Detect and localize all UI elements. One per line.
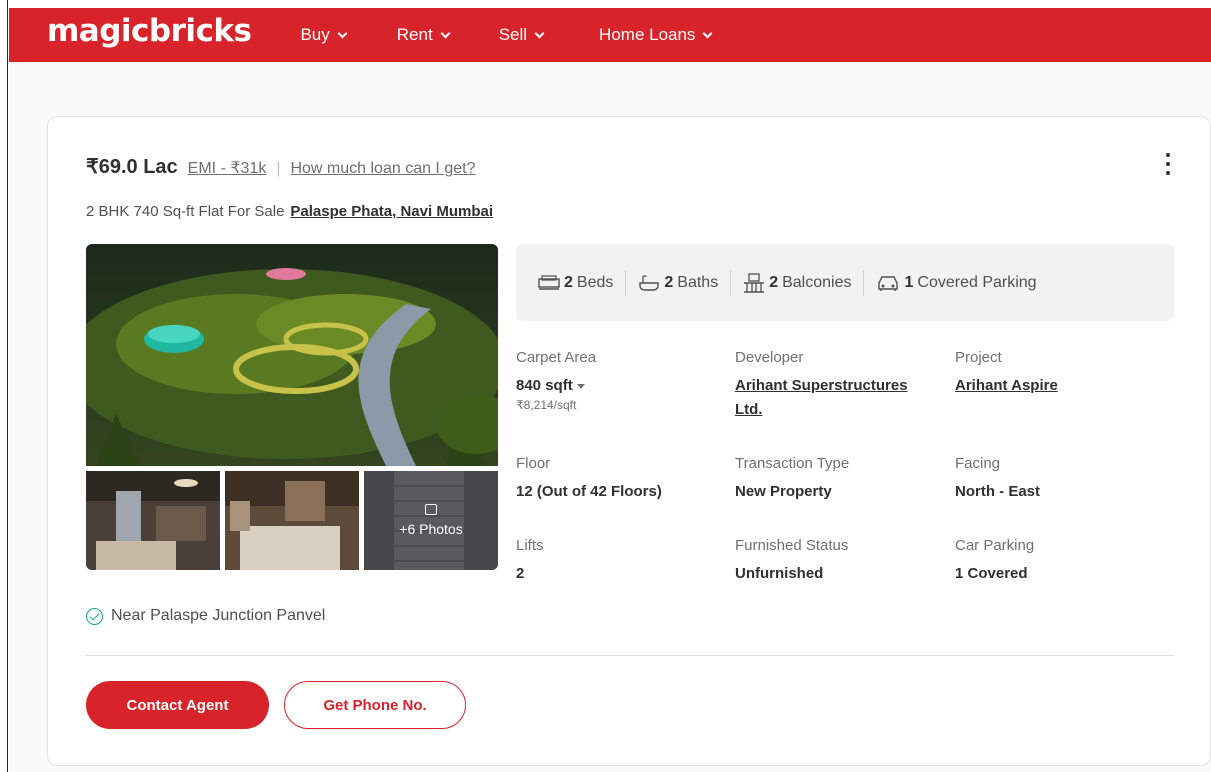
- more-photos-label: +6 Photos: [399, 521, 463, 537]
- facing-label: Facing: [955, 455, 1001, 472]
- amenity-baths: 2 Baths: [638, 274, 718, 292]
- window-top-edge: [0, 0, 1211, 8]
- thumbnail-bedroom[interactable]: [225, 471, 359, 570]
- developer-label: Developer: [735, 349, 804, 366]
- thumbnail-building[interactable]: +6 Photos: [364, 471, 498, 570]
- beds-label: Beds: [576, 273, 614, 291]
- carpet-area-value-row[interactable]: 840 sqft: [516, 374, 735, 398]
- top-navbar: magicbricks Buy Rent Sell Home Loans: [9, 8, 1211, 62]
- emi-link[interactable]: EMI - ₹31k: [188, 158, 267, 178]
- price-separator: |: [276, 160, 281, 177]
- amenity-parking: 1 Covered Parking: [876, 273, 1037, 292]
- developer-link[interactable]: Arihant Superstructures Ltd.: [735, 374, 925, 422]
- facing: Facing North - East: [955, 455, 1175, 537]
- chevron-down-icon: [440, 28, 451, 38]
- more-photos-overlay[interactable]: +6 Photos: [364, 471, 498, 570]
- transaction-type-label: Transaction Type: [735, 455, 850, 472]
- thumbnail-living-room[interactable]: [86, 471, 220, 570]
- car-parking-label: Car Parking: [955, 537, 1035, 554]
- project-link[interactable]: Arihant Aspire: [955, 374, 1175, 398]
- developer: Developer Arihant Superstructures Ltd.: [735, 349, 955, 455]
- floor-value: 12 (Out of 42 Floors): [516, 483, 662, 500]
- furnished-status-value: Unfurnished: [735, 565, 824, 582]
- beds-count: 2: [564, 273, 573, 291]
- divider: [86, 655, 1174, 656]
- magicbricks-logo[interactable]: magicbricks: [47, 13, 252, 49]
- more-options-icon[interactable]: [1166, 153, 1172, 175]
- furnished-status: Furnished Status Unfurnished: [735, 537, 955, 619]
- get-phone-button[interactable]: Get Phone No.: [284, 681, 466, 729]
- chevron-down-icon: [337, 28, 348, 38]
- project: Project Arihant Aspire: [955, 349, 1175, 455]
- nav-rent[interactable]: Rent: [396, 25, 451, 45]
- locality-link[interactable]: Palaspe Phata, Navi Mumbai: [290, 203, 493, 220]
- property-summary: Carpet Area 840 sqft ₹8,214/sqft Develop…: [516, 349, 1176, 619]
- transaction-type-value: New Property: [735, 483, 832, 500]
- carpet-area-label: Carpet Area: [516, 349, 597, 366]
- baths-label: Baths: [677, 273, 719, 291]
- balconies-count: 2: [769, 273, 779, 291]
- balcony-icon: [744, 272, 765, 293]
- amenity-beds: 2 Beds: [538, 274, 613, 292]
- landmark-text: Near Palaspe Junction Panvel: [111, 607, 326, 624]
- nav-home-loans[interactable]: Home Loans: [599, 25, 713, 45]
- bath-icon: [639, 274, 660, 291]
- bed-icon: [538, 274, 560, 290]
- baths-count: 2: [664, 273, 674, 291]
- amenity-balconies: 2 Balconies: [743, 272, 852, 293]
- transaction-type: Transaction Type New Property: [735, 455, 955, 537]
- balconies-label: Balconies: [782, 273, 852, 291]
- nav-home-loans-label: Home Loans: [599, 25, 696, 44]
- loan-eligibility-link[interactable]: How much loan can I get?: [290, 160, 475, 178]
- property-price: ₹69.0 Lac: [86, 156, 178, 178]
- property-title-text: 2 BHK 740 Sq-ft Flat For Sale: [86, 203, 285, 220]
- check-circle-icon: [86, 607, 103, 625]
- carpet-area: Carpet Area 840 sqft ₹8,214/sqft: [516, 349, 735, 455]
- floor-label: Floor: [516, 455, 551, 472]
- nav-buy[interactable]: Buy: [300, 25, 348, 45]
- parking-label: Covered Parking: [917, 273, 1037, 291]
- parking-count: 1: [904, 273, 914, 291]
- furnished-status-label: Furnished Status: [735, 537, 849, 554]
- floor: Floor 12 (Out of 42 Floors): [516, 455, 735, 537]
- property-title: 2 BHK 740 Sq-ft Flat For Sale Palaspe Pha…: [86, 203, 493, 220]
- chevron-down-icon: [702, 28, 713, 38]
- carpet-area-value: 840 sqft: [516, 377, 573, 394]
- nav-rent-label: Rent: [396, 25, 433, 44]
- window-left-edge: [0, 0, 8, 772]
- photo-gallery[interactable]: +6 Photos: [86, 244, 498, 571]
- landmark: Near Palaspe Junction Panvel: [86, 607, 325, 625]
- nav-sell-label: Sell: [498, 25, 528, 44]
- amenities-bar: 2 Beds 2 Baths 2 Balconies 1 Covered Par…: [516, 244, 1174, 321]
- facing-value: North - East: [955, 483, 1041, 500]
- contact-agent-button[interactable]: Contact Agent: [86, 681, 269, 729]
- car-parking-value: 1 Covered: [955, 565, 1028, 582]
- project-label: Project: [955, 349, 1002, 366]
- chevron-down-icon: [534, 28, 545, 38]
- nav-sell[interactable]: Sell: [498, 25, 545, 45]
- photo-icon: [425, 504, 437, 515]
- property-card[interactable]: ₹69.0 Lac EMI - ₹31k | How much loan can…: [47, 116, 1211, 766]
- lifts-label: Lifts: [516, 537, 544, 554]
- lifts: Lifts 2: [516, 537, 735, 619]
- nav-buy-label: Buy: [300, 25, 330, 44]
- caret-down-icon[interactable]: [576, 383, 585, 389]
- car-icon: [878, 275, 899, 291]
- lifts-value: 2: [516, 565, 525, 582]
- price-per-sqft: ₹8,214/sqft: [516, 398, 577, 412]
- price-row: ₹69.0 Lac EMI - ₹31k | How much loan can…: [86, 154, 475, 179]
- car-parking: Car Parking 1 Covered: [955, 537, 1175, 619]
- main-property-photo[interactable]: [86, 244, 498, 466]
